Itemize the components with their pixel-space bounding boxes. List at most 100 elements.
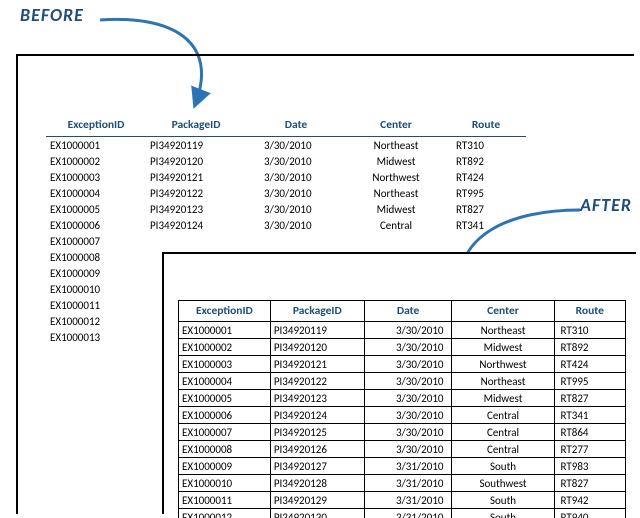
cell-exc: EX1000005 xyxy=(179,390,271,407)
cell-route: RT827 xyxy=(446,201,526,217)
cell-pkg: PI34920123 xyxy=(146,201,246,217)
cell-exc: EX1000012 xyxy=(179,509,271,518)
before-label: BEFORE xyxy=(20,4,84,26)
cell-center: Midwest xyxy=(452,390,554,407)
cell-pkg: PI34920126 xyxy=(270,441,364,458)
after-table: ExceptionID PackageID Date Center Route … xyxy=(178,300,626,518)
cell-center: South xyxy=(452,492,554,509)
col-header-date: Date xyxy=(246,114,346,137)
cell-date: 3/31/2010 xyxy=(364,458,452,475)
table-row: EX1000004PI349201223/30/2010NortheastRT9… xyxy=(46,185,526,201)
cell-date: 3/30/2010 xyxy=(364,390,452,407)
cell-exc: EX1000012 xyxy=(46,313,146,329)
cell-date: 3/30/2010 xyxy=(246,169,346,185)
cell-pkg: PI34920129 xyxy=(270,492,364,509)
cell-route: RT864 xyxy=(554,424,625,441)
cell-center: Midwest xyxy=(452,339,554,356)
cell-route: RT310 xyxy=(446,137,526,154)
cell-route: RT424 xyxy=(446,169,526,185)
cell-center xyxy=(346,233,446,249)
table-row: EX1000005PI349201233/30/2010MidwestRT827 xyxy=(46,201,526,217)
cell-date: 3/30/2010 xyxy=(246,185,346,201)
cell-route xyxy=(446,233,526,249)
table-row: EX1000001PI349201193/30/2010NortheastRT3… xyxy=(46,137,526,154)
cell-exc: EX1000006 xyxy=(179,407,271,424)
cell-date: 3/30/2010 xyxy=(364,441,452,458)
cell-date: 3/30/2010 xyxy=(364,339,452,356)
cell-center: Northeast xyxy=(346,137,446,154)
cell-center: Central xyxy=(452,441,554,458)
cell-date: 3/30/2010 xyxy=(364,407,452,424)
col-header-date: Date xyxy=(364,301,452,322)
cell-pkg: PI34920127 xyxy=(270,458,364,475)
cell-exc: EX1000007 xyxy=(46,233,146,249)
cell-route: RT277 xyxy=(554,441,625,458)
cell-center: Northwest xyxy=(346,169,446,185)
cell-route: RT341 xyxy=(554,407,625,424)
cell-pkg: PI34920119 xyxy=(146,137,246,154)
cell-route: RT892 xyxy=(554,339,625,356)
cell-date: 3/30/2010 xyxy=(246,137,346,154)
cell-exc: EX1000003 xyxy=(46,169,146,185)
col-header-exception: ExceptionID xyxy=(46,114,146,137)
cell-date: 3/30/2010 xyxy=(364,356,452,373)
col-header-package: PackageID xyxy=(270,301,364,322)
cell-exc: EX1000002 xyxy=(179,339,271,356)
cell-exc: EX1000002 xyxy=(46,153,146,169)
cell-exc: EX1000010 xyxy=(46,281,146,297)
before-header-row: ExceptionID PackageID Date Center Route xyxy=(46,114,526,137)
cell-route: RT983 xyxy=(554,458,625,475)
table-row: EX1000006PI349201243/30/2010CentralRT341 xyxy=(46,217,526,233)
cell-date: 3/31/2010 xyxy=(364,475,452,492)
cell-pkg: PI34920122 xyxy=(270,373,364,390)
cell-center: Central xyxy=(452,407,554,424)
cell-pkg: PI34920125 xyxy=(270,424,364,441)
cell-center: South xyxy=(452,458,554,475)
cell-exc: EX1000008 xyxy=(179,441,271,458)
cell-pkg: PI34920120 xyxy=(270,339,364,356)
table-row: EX1000003PI349201213/30/2010NorthwestRT4… xyxy=(46,169,526,185)
cell-pkg: PI34920124 xyxy=(146,217,246,233)
table-row: EX1000007 xyxy=(46,233,526,249)
cell-date: 3/31/2010 xyxy=(364,492,452,509)
cell-pkg: PI34920128 xyxy=(270,475,364,492)
cell-date: 3/30/2010 xyxy=(246,153,346,169)
cell-route: RT995 xyxy=(554,373,625,390)
col-header-exception: ExceptionID xyxy=(179,301,271,322)
cell-exc: EX1000004 xyxy=(179,373,271,390)
cell-center: Central xyxy=(452,424,554,441)
cell-pkg xyxy=(146,233,246,249)
cell-center: South xyxy=(452,509,554,518)
cell-date: 3/30/2010 xyxy=(364,424,452,441)
after-header-row: ExceptionID PackageID Date Center Route xyxy=(179,301,626,322)
table-row: EX1000009PI349201273/31/2010SouthRT983 xyxy=(179,458,626,475)
cell-exc: EX1000003 xyxy=(179,356,271,373)
cell-exc: EX1000005 xyxy=(46,201,146,217)
col-header-center: Center xyxy=(452,301,554,322)
table-row: EX1000005PI349201233/30/2010MidwestRT827 xyxy=(179,390,626,407)
cell-center: Southwest xyxy=(452,475,554,492)
table-row: EX1000004PI349201223/30/2010NortheastRT9… xyxy=(179,373,626,390)
cell-exc: EX1000004 xyxy=(46,185,146,201)
table-row: EX1000006PI349201243/30/2010CentralRT341 xyxy=(179,407,626,424)
table-row: EX1000002PI349201203/30/2010MidwestRT892 xyxy=(179,339,626,356)
cell-date: 3/30/2010 xyxy=(364,373,452,390)
cell-date: 3/30/2010 xyxy=(364,322,452,339)
table-row: EX1000011PI349201293/31/2010SouthRT942 xyxy=(179,492,626,509)
cell-route: RT995 xyxy=(446,185,526,201)
table-row: EX1000010PI349201283/31/2010SouthwestRT8… xyxy=(179,475,626,492)
cell-center: Midwest xyxy=(346,153,446,169)
cell-exc: EX1000006 xyxy=(46,217,146,233)
cell-center: Northeast xyxy=(346,185,446,201)
table-row: EX1000001PI349201193/30/2010NortheastRT3… xyxy=(179,322,626,339)
cell-route: RT424 xyxy=(554,356,625,373)
col-header-route: Route xyxy=(554,301,625,322)
cell-route: RT892 xyxy=(446,153,526,169)
cell-exc: EX1000009 xyxy=(179,458,271,475)
cell-date xyxy=(246,233,346,249)
col-header-center: Center xyxy=(346,114,446,137)
cell-exc: EX1000013 xyxy=(46,329,146,345)
cell-route: RT942 xyxy=(554,492,625,509)
table-row: EX1000002PI349201203/30/2010MidwestRT892 xyxy=(46,153,526,169)
cell-route: RT940 xyxy=(554,509,625,518)
